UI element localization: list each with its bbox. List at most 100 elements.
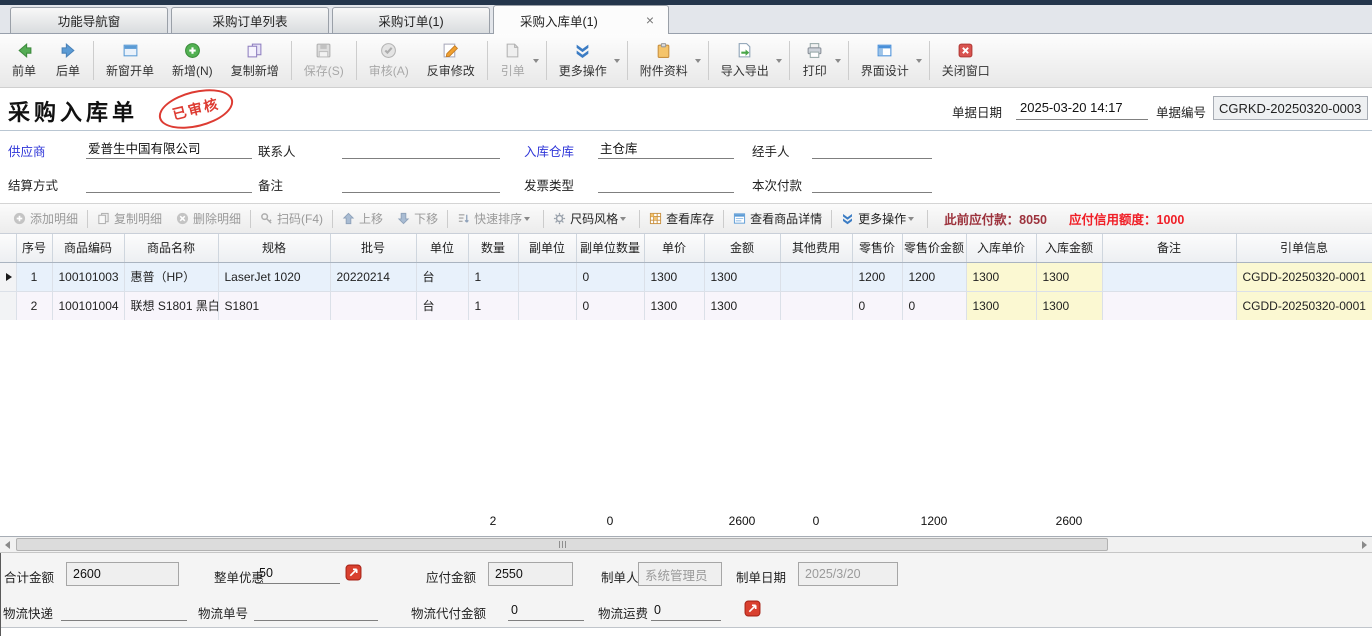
detail-more-actions-button[interactable]: 更多操作	[834, 204, 925, 233]
cell-code[interactable]: 100101003	[52, 262, 124, 291]
quick-sort-button[interactable]: 快速排序	[450, 204, 541, 233]
scroll-left-button[interactable]	[0, 538, 15, 552]
cell-retail[interactable]: 0	[852, 291, 902, 320]
col-header-unit[interactable]: 单位	[416, 234, 468, 262]
import-export-button[interactable]: 导入导出	[712, 36, 778, 85]
add-detail-button[interactable]: 添加明细	[6, 204, 85, 233]
unaudit-modify-button[interactable]: 反审修改	[418, 36, 484, 85]
maker-input[interactable]	[638, 562, 722, 586]
tab-purchase-order-list[interactable]: 采购订单列表	[171, 7, 329, 33]
col-header-name[interactable]: 商品名称	[124, 234, 218, 262]
logistics-freight-input[interactable]	[651, 599, 721, 621]
col-header-refinfo[interactable]: 引单信息	[1236, 234, 1372, 262]
logistics-cod-input[interactable]	[508, 599, 584, 621]
col-header-amount[interactable]: 金额	[704, 234, 780, 262]
col-header-qty[interactable]: 数量	[468, 234, 518, 262]
payable-amount-input[interactable]	[488, 562, 573, 586]
audit-button[interactable]: 审核(A)	[360, 36, 418, 85]
cell-otherfee[interactable]	[780, 262, 852, 291]
col-header-retailamt[interactable]: 零售价金额	[902, 234, 966, 262]
make-date-input[interactable]	[798, 562, 898, 586]
col-header-remark[interactable]: 备注	[1102, 234, 1236, 262]
cell-subqty[interactable]: 0	[576, 262, 644, 291]
supplier-input[interactable]	[86, 137, 252, 159]
close-window-button[interactable]: 关闭窗口	[933, 36, 999, 85]
move-down-button[interactable]: 下移	[390, 204, 445, 233]
col-header-otherfee[interactable]: 其他费用	[780, 234, 852, 262]
scrollbar-thumb[interactable]	[16, 538, 1108, 551]
settlement-input[interactable]	[86, 171, 252, 193]
cell-unit[interactable]: 台	[416, 262, 468, 291]
cell-inprice[interactable]: 1300	[966, 291, 1036, 320]
cell-remark[interactable]	[1102, 262, 1236, 291]
tab-purchase-inbound[interactable]: 采购入库单(1) ×	[493, 5, 669, 34]
doc-no-input[interactable]	[1213, 96, 1368, 120]
warehouse-input[interactable]	[598, 137, 734, 159]
handler-input[interactable]	[812, 137, 932, 159]
col-header-spec[interactable]: 规格	[218, 234, 330, 262]
prev-doc-button[interactable]: 前单	[2, 36, 46, 85]
cell-remark[interactable]	[1102, 291, 1236, 320]
horizontal-scrollbar[interactable]	[0, 537, 1372, 553]
col-header-batch[interactable]: 批号	[330, 234, 416, 262]
cell-subunit[interactable]	[518, 291, 576, 320]
detail-more-dropdown-arrow[interactable]	[908, 217, 914, 221]
attachments-button[interactable]: 附件资料	[631, 36, 697, 85]
next-doc-button[interactable]: 后单	[46, 36, 90, 85]
remark-input[interactable]	[342, 171, 500, 193]
add-new-button[interactable]: 新增(N)	[163, 36, 222, 85]
freight-adjust-button[interactable]	[744, 600, 761, 617]
size-style-dropdown-arrow[interactable]	[620, 217, 626, 221]
cell-inamt[interactable]: 1300	[1036, 291, 1102, 320]
size-style-button[interactable]: 尺码风格	[546, 204, 637, 233]
cell-code[interactable]: 100101004	[52, 291, 124, 320]
cell-inamt[interactable]: 1300	[1036, 262, 1102, 291]
cell-batch[interactable]	[330, 291, 416, 320]
discount-adjust-button[interactable]	[345, 564, 362, 581]
pull-order-dropdown-arrow[interactable]	[533, 59, 539, 63]
logistics-express-input[interactable]	[61, 599, 187, 621]
cell-name[interactable]: 联想 S1801 黑白	[124, 291, 218, 320]
attachments-dropdown-arrow[interactable]	[695, 59, 701, 63]
cell-qty[interactable]: 1	[468, 262, 518, 291]
cell-amount[interactable]: 1300	[704, 262, 780, 291]
col-header-retail[interactable]: 零售价	[852, 234, 902, 262]
cell-qty[interactable]: 1	[468, 291, 518, 320]
cell-seq[interactable]: 1	[16, 262, 52, 291]
col-header-price[interactable]: 单价	[644, 234, 704, 262]
ui-design-dropdown-arrow[interactable]	[916, 59, 922, 63]
more-actions-dropdown-arrow[interactable]	[614, 59, 620, 63]
new-window-order-button[interactable]: 新窗开单	[97, 36, 163, 85]
print-button[interactable]: 打印	[793, 36, 837, 85]
cell-inprice[interactable]: 1300	[966, 262, 1036, 291]
cell-price[interactable]: 1300	[644, 291, 704, 320]
cell-spec[interactable]: S1801	[218, 291, 330, 320]
view-stock-button[interactable]: 查看库存	[642, 204, 721, 233]
col-header-seq[interactable]: 序号	[16, 234, 52, 262]
cell-amount[interactable]: 1300	[704, 291, 780, 320]
invoice-type-input[interactable]	[598, 171, 734, 193]
cell-unit[interactable]: 台	[416, 291, 468, 320]
col-header-subqty[interactable]: 副单位数量	[576, 234, 644, 262]
cell-name[interactable]: 惠普（HP）	[124, 262, 218, 291]
pull-order-button[interactable]: 引单	[491, 36, 535, 85]
quick-sort-dropdown-arrow[interactable]	[524, 217, 530, 221]
cell-spec[interactable]: LaserJet 1020	[218, 262, 330, 291]
copy-new-button[interactable]: 复制新增	[222, 36, 288, 85]
cell-price[interactable]: 1300	[644, 262, 704, 291]
cell-retail[interactable]: 1200	[852, 262, 902, 291]
cell-batch[interactable]: 20220214	[330, 262, 416, 291]
cell-refinfo[interactable]: CGDD-20250320-0001	[1236, 291, 1372, 320]
col-header-code[interactable]: 商品编码	[52, 234, 124, 262]
cell-subqty[interactable]: 0	[576, 291, 644, 320]
cell-subunit[interactable]	[518, 262, 576, 291]
order-discount-input[interactable]	[256, 562, 340, 584]
cell-refinfo[interactable]: CGDD-20250320-0001	[1236, 262, 1372, 291]
col-header-subunit[interactable]: 副单位	[518, 234, 576, 262]
doc-date-input[interactable]	[1016, 96, 1148, 120]
tab-close-icon[interactable]: ×	[644, 13, 656, 27]
cell-otherfee[interactable]	[780, 291, 852, 320]
scroll-right-button[interactable]	[1357, 538, 1372, 552]
cell-seq[interactable]: 2	[16, 291, 52, 320]
cell-retailamt[interactable]: 0	[902, 291, 966, 320]
